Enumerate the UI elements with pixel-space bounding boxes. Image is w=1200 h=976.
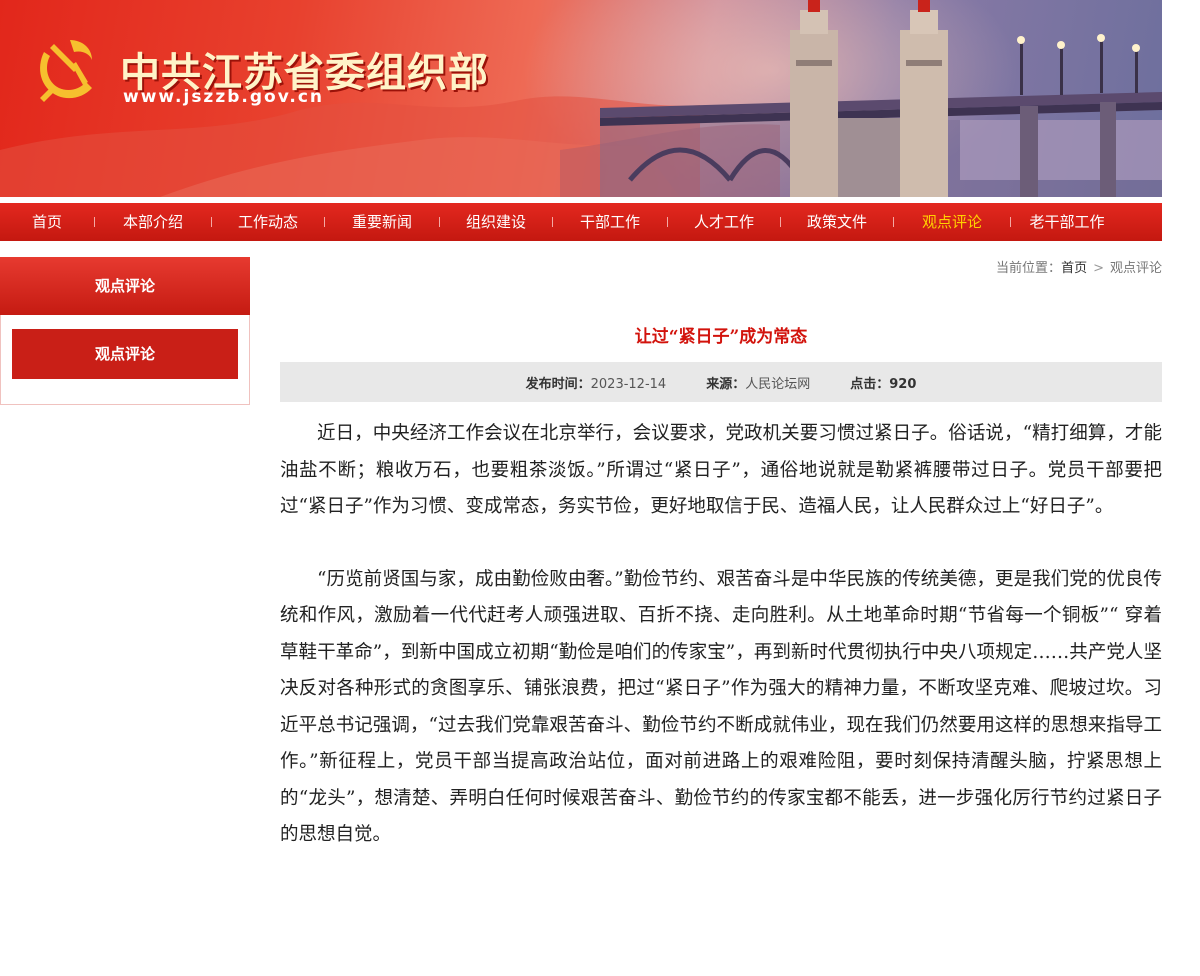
nav-item-opinion[interactable]: 观点评论 — [894, 203, 1010, 241]
breadcrumb-separator: > — [1093, 261, 1104, 276]
article-body: 近日，中央经济工作会议在北京举行，会议要求，党政机关要习惯过紧日子。俗话说，“精… — [280, 416, 1162, 854]
main-nav: 首页 本部介绍 工作动态 重要新闻 组织建设 干部工作 人才工作 政策文件 观点… — [0, 203, 1162, 241]
source-label: 来源： — [706, 376, 746, 392]
header-banner: 中共江苏省委组织部 www.jszzb.gov.cn — [0, 0, 1162, 197]
nav-item-policy[interactable]: 政策文件 — [781, 203, 893, 241]
source-info: 来源：人民论坛网 — [706, 373, 810, 392]
sidebar-item-opinion[interactable]: 观点评论 — [12, 329, 238, 379]
sidebar-heading: 观点评论 — [0, 257, 250, 315]
clicks-info: 点击：920 — [850, 373, 916, 392]
nav-item-cadre[interactable]: 干部工作 — [553, 203, 667, 241]
publish-info: 发布时间：2023-12-14 — [526, 373, 667, 392]
sidebar: 观点评论 观点评论 — [0, 257, 250, 405]
nav-item-work-news[interactable]: 工作动态 — [212, 203, 324, 241]
breadcrumb-current[interactable]: 观点评论 — [1110, 261, 1162, 276]
nav-item-organization[interactable]: 组织建设 — [440, 203, 552, 241]
source-value: 人民论坛网 — [745, 376, 811, 392]
article-title: 让过“紧日子”成为常态 — [634, 327, 808, 347]
breadcrumb-home-link[interactable]: 首页 — [1061, 261, 1087, 276]
bridge-illustration — [600, 0, 1162, 197]
nav-item-about[interactable]: 本部介绍 — [95, 203, 211, 241]
nav-item-veteran-cadre[interactable]: 老干部工作 — [1011, 203, 1123, 241]
clicks-count: 920 — [889, 376, 917, 392]
nav-item-home[interactable]: 首页 — [0, 203, 94, 241]
party-emblem-icon — [40, 40, 92, 102]
article-paragraph: 近日，中央经济工作会议在北京举行，会议要求，党政机关要习惯过紧日子。俗话说，“精… — [280, 423, 1162, 517]
nav-item-important-news[interactable]: 重要新闻 — [325, 203, 439, 241]
article-meta-bar: 发布时间：2023-12-14 来源：人民论坛网 点击：920 — [280, 362, 1162, 402]
publish-label: 发布时间： — [525, 376, 591, 392]
article-paragraph: “历览前贤国与家，成由勤俭败由奢。”勤俭节约、艰苦奋斗是中华民族的传统美德，更是… — [280, 568, 1162, 846]
clicks-label: 点击： — [850, 376, 890, 392]
sidebar-menu: 观点评论 — [0, 315, 250, 405]
nav-item-talent[interactable]: 人才工作 — [668, 203, 780, 241]
site-url: www.jszzb.gov.cn — [123, 87, 325, 107]
publish-date: 2023-12-14 — [590, 376, 667, 392]
breadcrumb-prefix: 当前位置： — [996, 261, 1062, 276]
breadcrumb: 当前位置：首页 > 观点评论 — [996, 257, 1162, 276]
